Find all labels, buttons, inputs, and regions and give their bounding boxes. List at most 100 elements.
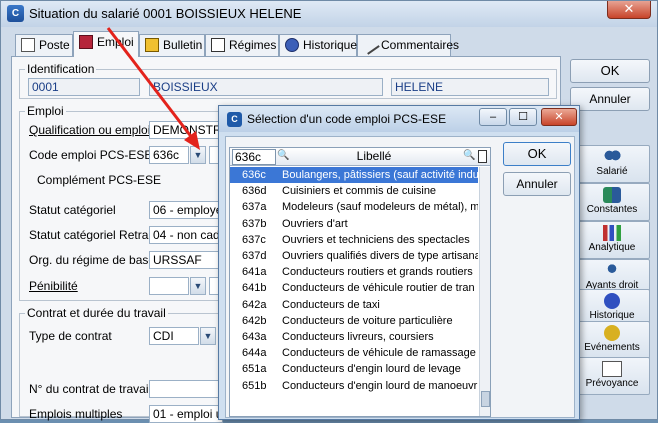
main-titlebar[interactable]: C Situation du salarié 0001 BOISSIEUX HE…: [1, 1, 657, 27]
side-button-constantes[interactable]: Constantes: [574, 183, 650, 221]
statut-field[interactable]: 06 - employé a: [149, 201, 223, 219]
dialog-titlebar[interactable]: C Sélection d'un code emploi PCS-ESE – ☐…: [219, 106, 579, 132]
row-code: 636c: [242, 169, 266, 181]
side-button-evenements-label: Evénements: [584, 342, 640, 353]
dialog-maximize-button[interactable]: ☐: [509, 108, 537, 126]
table-row[interactable]: 641b Conducteurs de véhicule routier de t…: [230, 280, 478, 296]
tab-regimes[interactable]: Régimes: [205, 34, 279, 56]
app-icon: C: [7, 5, 24, 22]
row-code: 637d: [242, 250, 267, 262]
tab-poste[interactable]: Poste: [15, 34, 73, 56]
book-icon: [79, 35, 93, 49]
row-code: 642b: [242, 314, 267, 327]
tab-poste-label: Poste: [39, 38, 70, 52]
trash-icon[interactable]: [478, 150, 487, 163]
window-title: Situation du salarié 0001 BOISSIEUX HELE…: [29, 6, 302, 21]
statut-retraite-label: Statut catégoriel Retraite: [29, 228, 162, 242]
libelle-column-header[interactable]: Libellé: [284, 149, 464, 163]
table-row[interactable]: 651b Conducteurs d'engin lourd de manoeuv…: [230, 378, 478, 394]
side-button-salarie[interactable]: Salarié: [574, 145, 650, 183]
dialog-minimize-button[interactable]: –: [479, 108, 507, 126]
row-libelle: Ouvriers qualifiés divers de type artisa…: [282, 250, 478, 262]
side-button-prevoyance[interactable]: Prévoyance: [574, 357, 650, 395]
row-libelle: Conducteurs de véhicule routier de tran: [282, 282, 475, 295]
app-icon: C: [227, 112, 242, 127]
row-code: 644a: [242, 347, 267, 360]
table-row[interactable]: 642a Conducteurs de taxi: [230, 297, 478, 313]
dialog-ok-button[interactable]: OK: [503, 142, 571, 166]
row-code: 637c: [242, 233, 266, 246]
side-button-evenements[interactable]: Evénements: [574, 321, 650, 359]
table-row[interactable]: 651a Conducteurs d'engin lourd de levage: [230, 361, 478, 377]
table-row[interactable]: 641a Conducteurs routiers et grands routi…: [230, 264, 478, 280]
numero-contrat-label: N° du contrat de travail: [29, 382, 152, 396]
tab-bulletin-label: Bulletin: [163, 38, 203, 52]
numero-contrat-field[interactable]: [149, 380, 223, 398]
row-libelle: Cuisiniers et commis de cuisine: [282, 185, 437, 198]
row-code: 643a: [242, 331, 267, 343]
row-libelle: Conducteurs de voiture particulière: [282, 314, 453, 327]
table-row[interactable]: 643a Conducteurs livreurs, coursiers: [230, 329, 478, 345]
code-emploi-label: Code emploi PCS-ESE: [29, 148, 153, 162]
people-icon: [603, 149, 621, 165]
window-close-button[interactable]: ✕: [607, 1, 651, 19]
page-icon: [21, 38, 35, 52]
table-row[interactable]: 637b Ouvriers d'art: [230, 216, 478, 232]
tab-bulletin[interactable]: Bulletin: [139, 34, 205, 56]
code-emploi-field[interactable]: 636c: [149, 146, 189, 164]
statut-retraite-field[interactable]: 04 - non cadre: [149, 226, 223, 244]
row-libelle: Modeleurs (sauf modeleurs de métal), m: [282, 201, 478, 214]
penibilite-dropdown-button[interactable]: ▼: [190, 277, 206, 295]
tab-emploi-label: Emploi: [97, 35, 134, 49]
grid-scroll-thumb[interactable]: [481, 391, 490, 407]
code-grid[interactable]: 636c 🔍 Libellé 🔍 636c Boulangers, pâtissi…: [229, 147, 491, 417]
row-libelle: Ouvriers et techniciens des spectacles: [282, 233, 470, 246]
table-row[interactable]: 637d Ouvriers qualifiés divers de type ar…: [230, 248, 478, 264]
annuler-button[interactable]: Annuler: [570, 87, 650, 111]
chevron-down-icon: ▼: [193, 281, 203, 291]
row-libelle: Boulangers, pâtissiers (sauf activité in…: [282, 169, 478, 181]
table-row[interactable]: 636c Boulangers, pâtissiers (sauf activit…: [230, 167, 478, 184]
side-button-historique-label: Historique: [589, 310, 635, 321]
table-row[interactable]: 636d Cuisiniers et commis de cuisine: [230, 183, 478, 199]
row-code: 651a: [242, 363, 267, 376]
ok-button[interactable]: OK: [570, 59, 650, 83]
table-row[interactable]: 637a Modeleurs (sauf modeleurs de métal),…: [230, 199, 478, 215]
code-emploi-dropdown-button[interactable]: ▼: [190, 146, 206, 164]
grid-scrollbar[interactable]: [479, 167, 490, 416]
row-code: 642a: [242, 298, 267, 311]
table-row[interactable]: 644a Conducteurs de véhicule de ramassage: [230, 345, 478, 361]
side-button-analytique[interactable]: Analytique: [574, 221, 650, 259]
row-libelle: Conducteurs de véhicule de ramassage: [282, 347, 476, 360]
identification-group-label: Identification: [25, 62, 97, 76]
table-row[interactable]: 642b Conducteurs de voiture particulière: [230, 313, 478, 329]
card-icon: [602, 361, 622, 377]
statut-label: Statut catégoriel: [29, 203, 116, 217]
emplois-multiples-field[interactable]: 01 - emploi uniq: [149, 405, 223, 423]
tab-commentaires[interactable]: Commentaires: [357, 34, 459, 56]
person-icon: [603, 263, 621, 279]
dialog-close-button[interactable]: ✕: [541, 108, 577, 126]
list-icon: [211, 38, 225, 52]
row-code: 641a: [242, 266, 267, 279]
pencil-icon: [360, 35, 380, 55]
tab-emploi[interactable]: Emploi: [73, 31, 139, 57]
table-row[interactable]: 637c Ouvriers et techniciens des spectacl…: [230, 232, 478, 248]
type-contrat-dropdown-button[interactable]: ▼: [200, 327, 216, 345]
org-regime-field[interactable]: URSSAF: [149, 251, 223, 269]
code-search-input[interactable]: 636c: [232, 149, 276, 165]
emplois-multiples-label: Emplois multiples: [29, 407, 123, 421]
qualification-field[interactable]: DEMONSTRA: [149, 121, 229, 139]
side-button-constantes-label: Constantes: [586, 204, 638, 215]
dialog-annuler-button[interactable]: Annuler: [503, 172, 571, 196]
penibilite-field[interactable]: [149, 277, 189, 295]
document-icon: [145, 38, 159, 52]
tab-historique[interactable]: Historique: [279, 34, 357, 56]
row-code: 637a: [242, 201, 267, 214]
clock-icon: [285, 38, 299, 52]
row-code: 636d: [242, 185, 267, 198]
constants-icon: [603, 187, 621, 203]
penibilite-label: Pénibilité: [29, 279, 78, 293]
type-contrat-field[interactable]: CDI: [149, 327, 199, 345]
first-name-field: HELENE: [391, 78, 549, 96]
